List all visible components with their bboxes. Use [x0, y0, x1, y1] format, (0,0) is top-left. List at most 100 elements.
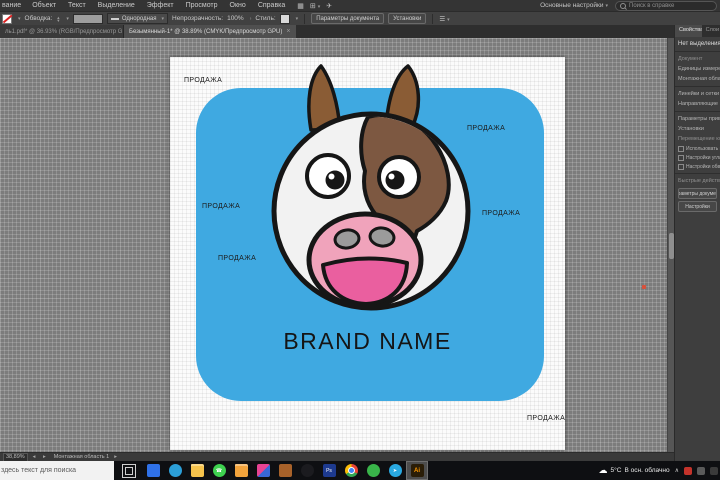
menu-item-объект[interactable]: Объект [26, 2, 62, 9]
app-edge[interactable] [164, 461, 186, 480]
status-bar: 38,89% ◂ ▸ Монтажная область 1 ▸ [0, 452, 674, 462]
fill-color-swatch[interactable] [2, 13, 12, 24]
panel-row[interactable]: Единицы измерения [675, 64, 720, 74]
app-store[interactable] [274, 461, 296, 480]
checkbox-label: Использовать превью [686, 145, 720, 152]
help-search-input[interactable]: Поиск в справке [615, 0, 717, 11]
menu-item-справка[interactable]: Справка [252, 2, 291, 9]
divider [432, 13, 434, 24]
share-icon[interactable]: ✈ [326, 2, 332, 10]
app-chrome[interactable] [340, 461, 362, 480]
tab-properties[interactable]: Свойства [675, 25, 702, 37]
documents-grid-icon[interactable]: ▦ [297, 2, 304, 10]
stroke-stepper[interactable]: ▲ ▼ [56, 15, 60, 22]
app-photoshop[interactable]: Ps [318, 461, 340, 480]
brand-name-text: BRAND NAME [283, 328, 452, 354]
weather-widget[interactable]: ☁ 5°C В осн. облачно [599, 466, 670, 475]
panel-button[interactable]: Настройки [678, 201, 717, 212]
stroke-profile-dropdown[interactable]: Однородная ▾ [106, 13, 168, 24]
app-photos[interactable] [230, 461, 252, 480]
fill-caret-icon[interactable]: ▾ [18, 16, 21, 22]
cow-left-eye-gleam [328, 173, 335, 180]
menu-item-эффект[interactable]: Эффект [141, 2, 180, 9]
artboard-next-icon[interactable]: ▸ [114, 454, 120, 460]
task-view-icon[interactable] [122, 463, 136, 478]
canvas-pasteboard[interactable]: BRAND NAME ПРОДАЖА ПРОДАЖА ПРОДАЖА ПРОДАЖА П… [0, 38, 667, 452]
panel-row[interactable]: Направляющие [675, 99, 720, 109]
windows-taskbar: Введите здесь текст для поиска ☎ Ps ➤ Ai ☁ … [0, 461, 720, 480]
panel-checkbox[interactable]: Настройки угла [675, 153, 720, 162]
tray-network-icon[interactable] [697, 466, 705, 475]
windows-search-input[interactable]: Введите здесь текст для поиска [0, 461, 114, 480]
menu-item-текст[interactable]: Текст [62, 2, 92, 9]
panel-divider [675, 173, 720, 174]
app-green[interactable] [362, 461, 384, 480]
document-tab-active[interactable]: Безымянный-1* @ 38.89% (CMYK/Предпросмот… [124, 25, 296, 38]
tray-chevron-icon[interactable]: ∧ [675, 467, 679, 474]
divider [304, 13, 306, 24]
menu-bar: вание Объект Текст Выделение Эффект Просмотр… [0, 0, 720, 11]
watermark-text-1: ПРОДАЖА [184, 77, 223, 84]
document-tab-bar: ль1.pdf* @ 36.93% (RGB/Предпросмотр GPU)… [0, 25, 674, 38]
app-whatsapp[interactable]: ☎ [208, 461, 230, 480]
menu-item-окно[interactable]: Окно [224, 2, 252, 9]
watermark-text-3: ПРОДАЖА [202, 203, 241, 210]
panel-row[interactable]: Линейки и сетки [675, 89, 720, 99]
checkbox-icon[interactable] [678, 163, 684, 170]
artboard[interactable]: BRAND NAME ПРОДАЖА ПРОДАЖА ПРОДАЖА ПРОДАЖА П… [170, 57, 565, 450]
app-opera-gx-icon [300, 464, 314, 477]
close-icon[interactable]: × [286, 28, 290, 35]
cow-right-pupil [385, 170, 405, 190]
vertical-scrollbar[interactable] [667, 38, 674, 452]
panel-row: Документ [678, 56, 703, 62]
stroke-caret-icon[interactable]: ▾ [66, 16, 69, 22]
app-explorer-icon [190, 464, 204, 477]
menubar-icon-group: ▦ ⊞ ▾ ✈ [297, 2, 332, 10]
panel-row[interactable]: Параметры привязки [675, 114, 720, 124]
preferences-button[interactable]: Установки [388, 13, 427, 24]
tray-volume-icon[interactable] [710, 466, 718, 475]
tray-notification-icon[interactable] [684, 466, 692, 475]
document-setup-button[interactable]: Параметры документа [311, 13, 385, 24]
panel-checkbox[interactable]: Использовать превью [675, 144, 720, 153]
stray-object-dot[interactable] [642, 285, 646, 289]
menu-item-выделение[interactable]: Выделение [92, 2, 141, 9]
style-caret-icon[interactable]: ▾ [296, 16, 299, 22]
panel-row: Нет выделения [678, 41, 720, 47]
app-photos-icon [234, 464, 248, 477]
panel-row[interactable]: Монтажная область [675, 74, 720, 84]
brush-input[interactable] [72, 13, 103, 24]
checkbox-icon[interactable] [678, 154, 684, 161]
menu-item-cut[interactable]: вание [0, 2, 26, 9]
opacity-value[interactable]: 100% [227, 15, 244, 22]
arrange-documents-icon[interactable]: ⊞ ▾ [310, 2, 320, 10]
panel-menu-icon[interactable]: ☰ ▾ [439, 15, 449, 23]
artboard-nav-label[interactable]: Монтажная область 1 [54, 454, 110, 460]
panel-checkbox[interactable]: Настройки обводки [675, 162, 720, 171]
panel-row[interactable]: Установки [675, 124, 720, 134]
app-paint-icon [256, 464, 270, 477]
app-mail[interactable] [142, 461, 164, 480]
style-swatch[interactable] [279, 13, 290, 24]
cow-right-eye-gleam [388, 173, 395, 180]
app-illustrator[interactable]: Ai [406, 461, 428, 480]
app-explorer[interactable] [186, 461, 208, 480]
artboard-nav-arrows[interactable]: ◂ ▸ [33, 454, 49, 460]
menu-item-просмотр[interactable]: Просмотр [180, 2, 224, 9]
opacity-caret-icon[interactable]: › [250, 16, 252, 22]
tab-layers[interactable]: Слои [702, 25, 720, 37]
properties-panel: Свойства Слои Нет выделения Документ Едини… [674, 25, 720, 461]
stroke-label: Обводка: [24, 15, 53, 22]
opacity-label: Непрозрачность: [172, 15, 224, 22]
style-label: Стиль: [255, 15, 276, 22]
panel-row: Быстрые действия [678, 178, 720, 184]
app-paint[interactable] [252, 461, 274, 480]
document-tab-inactive[interactable]: ль1.pdf* @ 36.93% (RGB/Предпросмотр GPU)… [0, 25, 124, 38]
workspace-switcher[interactable]: Основные настройки ▾ [540, 2, 608, 9]
app-green-icon [366, 464, 380, 477]
app-telegram[interactable]: ➤ [384, 461, 406, 480]
app-mail-icon [146, 464, 160, 477]
app-opera-gx[interactable] [296, 461, 318, 480]
checkbox-icon[interactable] [678, 145, 684, 152]
panel-button[interactable]: Параметры документа [678, 188, 717, 199]
